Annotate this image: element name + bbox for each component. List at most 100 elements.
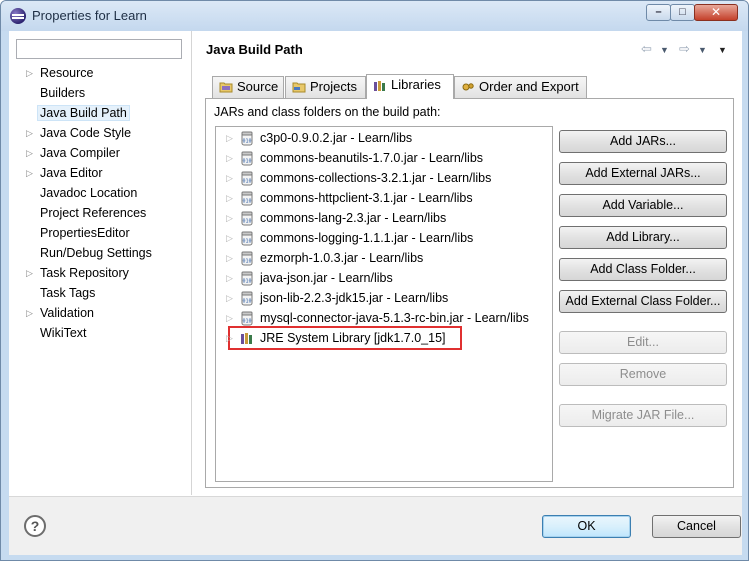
expand-arrow-icon[interactable]: ▷ (226, 168, 233, 188)
ok-button[interactable]: OK (542, 515, 631, 538)
nav-item-task-tags[interactable]: Task Tags (9, 283, 192, 303)
tab-order-and-export[interactable]: Order and Export (454, 76, 587, 98)
add-class-folder-button[interactable]: Add Class Folder... (559, 258, 727, 281)
svg-text:010: 010 (242, 159, 251, 165)
nav-item-run-debug-settings[interactable]: Run/Debug Settings (9, 243, 192, 263)
nav-item-java-editor[interactable]: ▷ Java Editor (9, 163, 192, 183)
expand-arrow-icon[interactable]: ▷ (26, 303, 33, 323)
help-icon[interactable]: ? (24, 515, 46, 537)
jar-entry[interactable]: ▷ 010 commons-collections-3.2.1.jar - Lear… (216, 168, 552, 188)
jar-entry[interactable]: ▷ 010 commons-logging-1.1.1.jar - Learn/li… (216, 228, 552, 248)
close-icon: ✕ (710, 5, 722, 19)
jar-icon: 010 (241, 171, 253, 186)
expand-arrow-icon[interactable]: ▷ (26, 263, 33, 283)
add-jars-button[interactable]: Add JARs... (559, 130, 727, 153)
jar-icon: 010 (241, 311, 253, 326)
property-pages-nav: ▷ Resource Builders Java Build Path ▷ Java Co… (9, 31, 192, 495)
tab-source[interactable]: Source (212, 76, 284, 98)
expand-arrow-icon[interactable]: ▷ (226, 148, 233, 168)
jar-entry[interactable]: ▷ 010 mysql-connector-java-5.1.3-rc-bin.ja… (216, 308, 552, 328)
window-title: Properties for Learn (32, 8, 147, 23)
nav-item-java-code-style[interactable]: ▷ Java Code Style (9, 123, 192, 143)
entry-label: commons-beanutils-1.7.0.jar - Learn/libs (260, 151, 484, 165)
svg-text:010: 010 (242, 179, 251, 185)
entry-label: ezmorph-1.0.3.jar - Learn/libs (260, 251, 424, 265)
nav-item-javadoc-location[interactable]: Javadoc Location (9, 183, 192, 203)
remove-button[interactable]: Remove (559, 363, 727, 386)
jar-entry[interactable]: ▷ 010 c3p0-0.9.0.2.jar - Learn/libs (216, 128, 552, 148)
forward-dropdown-icon[interactable]: ▼ (698, 45, 707, 55)
entry-label: json-lib-2.2.3-jdk15.jar - Learn/libs (260, 291, 449, 305)
nav-item-label: Task Repository (40, 266, 129, 280)
nav-item-validation[interactable]: ▷ Validation (9, 303, 192, 323)
svg-text:010: 010 (242, 199, 251, 205)
minimize-icon: – (655, 6, 662, 18)
jar-entry[interactable]: ▷ 010 commons-httpclient-3.1.jar - Learn/l… (216, 188, 552, 208)
expand-arrow-icon[interactable]: ▷ (26, 63, 33, 83)
tab-order-and-export-label: Order and Export (479, 79, 579, 94)
expand-arrow-icon[interactable]: ▷ (226, 328, 233, 348)
nav-item-label: Java Build Path (37, 105, 130, 121)
tab-libraries[interactable]: Libraries (366, 74, 454, 99)
nav-item-task-repository[interactable]: ▷ Task Repository (9, 263, 192, 283)
expand-arrow-icon[interactable]: ▷ (226, 228, 233, 248)
jar-entry[interactable]: ▷ 010 json-lib-2.2.3-jdk15.jar - Learn/lib… (216, 288, 552, 308)
jre-system-library-entry[interactable]: ▷ JRE System Library [jdk1.7.0_15] (216, 328, 552, 348)
title-bar[interactable]: Properties for Learn – □ ✕ (1, 1, 748, 31)
filter-input[interactable] (16, 39, 182, 59)
nav-item-builders[interactable]: Builders (9, 83, 192, 103)
jar-entry[interactable]: ▷ 010 commons-lang-2.3.jar - Learn/libs (216, 208, 552, 228)
jar-entry[interactable]: ▷ 010 commons-beanutils-1.7.0.jar - Learn/… (216, 148, 552, 168)
nav-item-java-compiler[interactable]: ▷ Java Compiler (9, 143, 192, 163)
nav-item-resource[interactable]: ▷ Resource (9, 63, 192, 83)
tab-projects[interactable]: Projects (285, 76, 366, 98)
nav-item-wikitext[interactable]: WikiText (9, 323, 192, 343)
expand-arrow-icon[interactable]: ▷ (226, 208, 233, 228)
expand-arrow-icon[interactable]: ▷ (226, 268, 233, 288)
add-external-class-folder-button[interactable]: Add External Class Folder... (559, 290, 727, 313)
libraries-icon (374, 81, 385, 91)
nav-item-propertieseditor[interactable]: PropertiesEditor (9, 223, 192, 243)
svg-text:010: 010 (242, 239, 251, 245)
libraries-tab-panel: JARs and class folders on the build path… (205, 98, 734, 488)
nav-item-project-references[interactable]: Project References (9, 203, 192, 223)
build-path-entries-list[interactable]: ▷ 010 c3p0-0.9.0.2.jar - Learn/libs ▷ 010 com… (215, 126, 553, 482)
jar-entry[interactable]: ▷ 010 java-json.jar - Learn/libs (216, 268, 552, 288)
expand-arrow-icon[interactable]: ▷ (226, 288, 233, 308)
tab-libraries-label: Libraries (391, 77, 441, 92)
migrate-jar-file-button[interactable]: Migrate JAR File... (559, 404, 727, 427)
expand-arrow-icon[interactable]: ▷ (26, 143, 33, 163)
page-title: Java Build Path (206, 42, 303, 57)
jar-icon: 010 (241, 191, 253, 206)
back-dropdown-icon[interactable]: ▼ (660, 45, 669, 55)
close-button[interactable]: ✕ (694, 4, 738, 21)
expand-arrow-icon[interactable]: ▷ (226, 248, 233, 268)
view-menu-icon[interactable]: ▼ (718, 45, 727, 55)
expand-arrow-icon[interactable]: ▷ (26, 163, 33, 183)
add-variable-button[interactable]: Add Variable... (559, 194, 727, 217)
add-external-jars-button[interactable]: Add External JARs... (559, 162, 727, 185)
svg-text:010: 010 (242, 259, 251, 265)
cancel-button[interactable]: Cancel (652, 515, 741, 538)
projects-icon (292, 82, 306, 93)
nav-item-java-build-path[interactable]: Java Build Path (9, 103, 192, 123)
jar-entry[interactable]: ▷ 010 ezmorph-1.0.3.jar - Learn/libs (216, 248, 552, 268)
eclipse-logo-icon (10, 8, 26, 24)
library-icon (241, 333, 252, 344)
maximize-icon: □ (679, 6, 686, 18)
property-pages-tree: ▷ Resource Builders Java Build Path ▷ Java Co… (9, 63, 192, 343)
maximize-button[interactable]: □ (670, 4, 695, 21)
back-arrow-icon[interactable]: ⇦ (641, 41, 652, 57)
forward-arrow-icon[interactable]: ⇨ (679, 41, 690, 57)
minimize-button[interactable]: – (646, 4, 671, 21)
entry-label: commons-lang-2.3.jar - Learn/libs (260, 211, 447, 225)
nav-item-label: Validation (40, 306, 94, 320)
edit-button[interactable]: Edit... (559, 331, 727, 354)
svg-text:010: 010 (242, 319, 251, 325)
jars-label: JARs and class folders on the build path… (214, 105, 441, 119)
add-library-button[interactable]: Add Library... (559, 226, 727, 249)
expand-arrow-icon[interactable]: ▷ (226, 308, 233, 328)
expand-arrow-icon[interactable]: ▷ (26, 123, 33, 143)
expand-arrow-icon[interactable]: ▷ (226, 188, 233, 208)
expand-arrow-icon[interactable]: ▷ (226, 128, 233, 148)
